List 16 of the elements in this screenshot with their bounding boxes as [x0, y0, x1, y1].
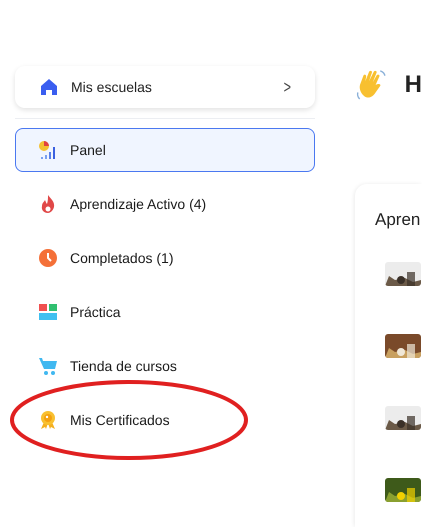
nav-item[interactable]: Mis Certificados: [15, 398, 315, 442]
nav-item[interactable]: Práctica: [15, 290, 315, 334]
school-switcher[interactable]: Mis escuelas >: [15, 66, 315, 108]
nav-item[interactable]: Completados (1): [15, 236, 315, 280]
nav-item[interactable]: Tienda de cursos: [15, 344, 315, 388]
nav-item[interactable]: Panel: [15, 128, 315, 172]
grid-icon: [38, 302, 58, 322]
clock-icon: [38, 248, 58, 268]
chevron-icon: >: [284, 76, 292, 98]
nav-item[interactable]: Aprendizaje Activo (4): [15, 182, 315, 226]
greeting-heading: H: [404, 71, 422, 99]
home-icon: [39, 77, 59, 97]
chart-icon: [38, 140, 58, 160]
cart-icon: [38, 356, 58, 376]
panel-title: Apren: [375, 210, 422, 230]
award-icon: [38, 410, 58, 430]
